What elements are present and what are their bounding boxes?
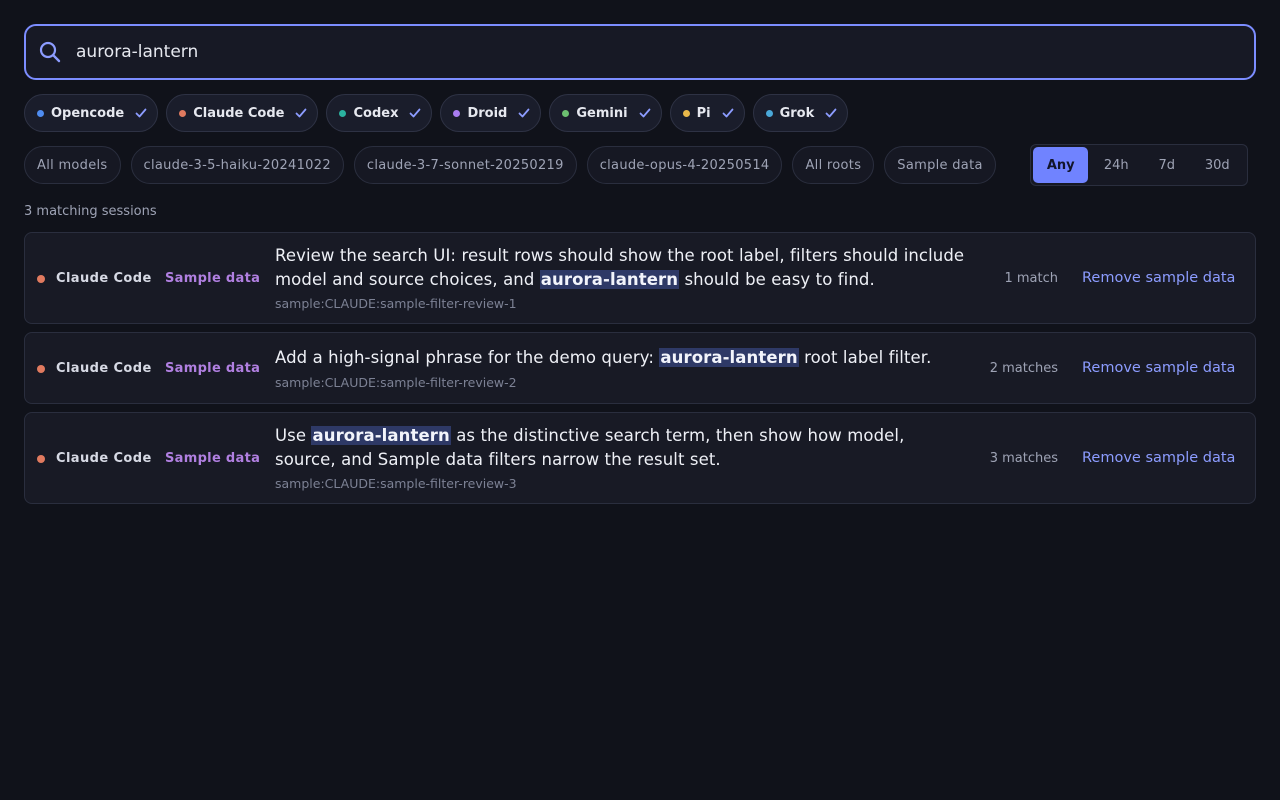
remove-sample-data-link[interactable]: Remove sample data (1082, 270, 1235, 286)
model-filter-all[interactable]: All models (24, 146, 121, 184)
check-icon (639, 108, 650, 118)
source-color-dot (453, 109, 461, 117)
source-color-dot (37, 365, 45, 373)
time-range-7d[interactable]: 7d (1144, 147, 1190, 183)
match-count: 3 matches (989, 451, 1058, 466)
session-id: sample:CLAUDE:sample-filter-review-2 (275, 375, 517, 390)
result-source: Claude Code (56, 271, 152, 286)
result-row[interactable]: Claude Code Sample data Review the searc… (24, 232, 1256, 324)
source-chip-claude-code[interactable]: Claude Code (166, 94, 319, 132)
remove-sample-data-link[interactable]: Remove sample data (1082, 360, 1235, 376)
source-chip-gemini[interactable]: Gemini (549, 94, 662, 132)
source-chip-label: Claude Code (193, 105, 285, 121)
source-color-dot (765, 109, 773, 117)
source-chip-label: Gemini (576, 105, 628, 121)
result-root-label: Sample data (165, 361, 261, 376)
session-id: sample:CLAUDE:sample-filter-review-1 (275, 296, 517, 311)
source-color-dot (37, 109, 44, 117)
model-filter-sonnet[interactable]: claude-3-7-sonnet-20250219 (353, 146, 577, 184)
result-snippet: Add a high-signal phrase for the demo qu… (275, 346, 995, 370)
remove-sample-data-link[interactable]: Remove sample data (1082, 450, 1235, 466)
source-color-dot (37, 275, 45, 283)
model-root-filters: All models claude-3-5-haiku-20241022 cla… (24, 146, 996, 184)
time-range-any[interactable]: Any (1033, 147, 1089, 183)
time-range-24h[interactable]: 24h (1088, 147, 1143, 183)
snippet-text: should be easy to find. (679, 270, 875, 289)
result-root-label: Sample data (165, 271, 261, 286)
match-count: 1 match (1004, 271, 1058, 286)
check-icon (722, 108, 733, 118)
session-id: sample:CLAUDE:sample-filter-review-3 (275, 476, 517, 491)
model-filter-haiku[interactable]: claude-3-5-haiku-20241022 (130, 146, 344, 184)
source-chip-label: Opencode (51, 105, 125, 121)
check-icon (296, 108, 307, 118)
search-highlight: aurora-lantern (539, 270, 680, 289)
source-chip-label: Grok (779, 105, 815, 121)
snippet-text: Add a high-signal phrase for the demo qu… (275, 348, 660, 367)
search-input[interactable] (76, 40, 1236, 64)
result-row[interactable]: Claude Code Sample data Add a high-signa… (24, 332, 1256, 404)
source-chip-grok[interactable]: Grok (752, 94, 849, 132)
check-icon (135, 108, 147, 118)
search-highlight: aurora-lantern (311, 426, 451, 445)
source-color-dot (562, 109, 570, 117)
time-range-30d[interactable]: 30d (1190, 147, 1245, 183)
search-highlight: aurora-lantern (659, 348, 799, 367)
source-color-dot (682, 109, 690, 117)
result-snippet: Use aurora-lantern as the distinctive se… (275, 424, 935, 472)
root-filter-sample-data[interactable]: Sample data (884, 146, 996, 184)
check-icon (518, 108, 530, 118)
snippet-text: Use (275, 426, 312, 445)
source-chip-droid[interactable]: Droid (440, 94, 542, 132)
search-bar[interactable] (24, 24, 1256, 80)
source-chip-label: Pi (696, 105, 711, 121)
source-chip-label: Droid (467, 105, 508, 121)
result-row[interactable]: Claude Code Sample data Use aurora-lante… (24, 412, 1256, 504)
check-icon (825, 108, 837, 118)
source-color-dot (179, 109, 187, 117)
result-root-label: Sample data (165, 451, 261, 466)
source-chip-codex[interactable]: Codex (326, 94, 433, 132)
source-chip-opencode[interactable]: Opencode (24, 94, 159, 132)
result-source: Claude Code (56, 361, 152, 376)
source-color-dot (339, 109, 347, 117)
source-filter-chips: Opencode Claude Code Codex Droid Gemini … (24, 94, 849, 132)
check-icon (410, 108, 421, 118)
time-range-selector: Any 24h 7d 30d (1030, 144, 1248, 186)
match-count: 2 matches (989, 361, 1058, 376)
snippet-text: root label filter. (798, 348, 932, 367)
result-snippet: Review the search UI: result rows should… (275, 244, 995, 292)
source-chip-label: Codex (353, 105, 399, 121)
root-filter-all[interactable]: All roots (792, 146, 875, 184)
result-source: Claude Code (56, 451, 152, 466)
source-color-dot (37, 455, 45, 463)
results-count: 3 matching sessions (24, 204, 157, 219)
source-chip-pi[interactable]: Pi (669, 94, 745, 132)
model-filter-opus[interactable]: claude-opus-4-20250514 (586, 146, 783, 184)
search-icon (39, 41, 61, 63)
